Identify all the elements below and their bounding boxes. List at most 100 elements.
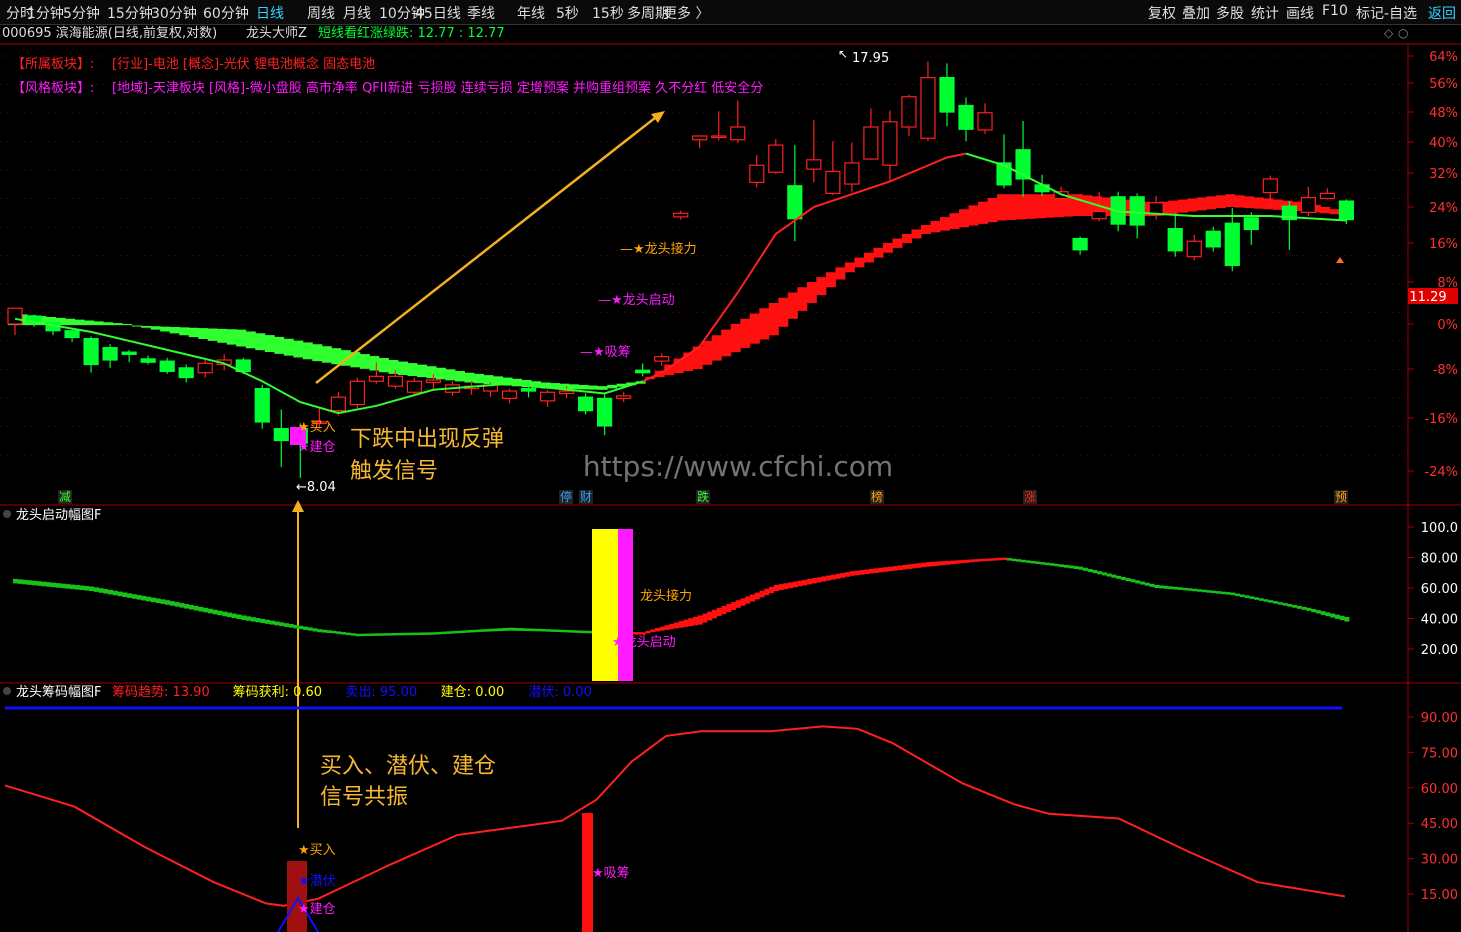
- p2-band: [987, 558, 993, 561]
- candle-body: [920, 76, 936, 139]
- p2-start-label: ★龙头启动: [612, 635, 676, 650]
- period-5[interactable]: 60分钟: [203, 3, 249, 23]
- p2-band: [55, 583, 61, 588]
- tool-4[interactable]: 画线: [1286, 3, 1314, 23]
- p2-band: [265, 619, 271, 624]
- candle-body: [1167, 228, 1183, 252]
- p2-band: [692, 616, 698, 626]
- period-1[interactable]: 1分钟: [27, 3, 64, 23]
- period-7[interactable]: 周线: [307, 3, 335, 23]
- p2-band: [1054, 563, 1060, 567]
- trend-ribbon: [378, 358, 389, 373]
- candle-body: [939, 76, 955, 113]
- period-3[interactable]: 15分钟: [107, 3, 153, 23]
- tool-0[interactable]: 复权: [1148, 3, 1176, 23]
- trend-ribbon: [901, 234, 912, 243]
- period-16[interactable]: 更多 〉: [663, 3, 709, 23]
- tool-7[interactable]: 返回: [1428, 3, 1456, 23]
- period-12[interactable]: 年线: [517, 3, 545, 23]
- p2-band: [488, 628, 494, 632]
- trend-ribbon: [825, 272, 836, 288]
- trend-ribbon: [740, 318, 751, 348]
- p2-band: [269, 620, 275, 625]
- tool-6[interactable]: 标记-自选: [1356, 3, 1417, 23]
- candle-body: [1319, 192, 1335, 200]
- p2-band: [184, 604, 190, 609]
- candle-body: [1034, 184, 1050, 193]
- period-8[interactable]: 月线: [343, 3, 371, 23]
- p2-band: [688, 618, 694, 627]
- period-6[interactable]: 日线: [256, 3, 284, 23]
- p2-band: [726, 604, 732, 613]
- p2-band: [697, 615, 703, 625]
- p2-band: [1139, 581, 1145, 585]
- p2-band: [445, 631, 451, 634]
- relay-signal: —★龙头接力: [620, 241, 697, 257]
- candle-body: [64, 330, 80, 339]
- p2-band: [512, 627, 518, 631]
- p2-band: [155, 598, 161, 604]
- tool-3[interactable]: 统计: [1251, 3, 1279, 23]
- period-4[interactable]: 30分钟: [151, 3, 197, 23]
- candle-body: [1205, 230, 1221, 248]
- candle-body: [1072, 237, 1088, 251]
- p2-band: [783, 583, 789, 590]
- period-2[interactable]: 5分钟: [63, 3, 100, 23]
- p2-band: [1287, 604, 1293, 607]
- p3-tick: 30.00: [1421, 853, 1458, 868]
- period-14[interactable]: 15秒: [592, 3, 624, 23]
- p2-band: [545, 629, 551, 632]
- legend-4: 潜伏: 0.00: [528, 685, 591, 700]
- period-10[interactable]: 45日线: [415, 3, 461, 23]
- p2-band: [669, 623, 675, 630]
- period-11[interactable]: 季线: [467, 3, 495, 23]
- p2-band: [1334, 614, 1340, 619]
- p2-band: [906, 564, 912, 569]
- p2-yellow-bar: [592, 529, 618, 681]
- p2-band: [1021, 559, 1027, 563]
- trend-ribbon: [255, 333, 266, 351]
- p2-tick: 20.00: [1421, 643, 1458, 658]
- trend-ribbon: [407, 363, 418, 377]
- trend-ribbon: [892, 238, 903, 248]
- trend-ribbon: [1187, 198, 1198, 212]
- p2-band: [212, 609, 218, 615]
- p2-band: [821, 576, 827, 582]
- candle-body: [1300, 197, 1316, 213]
- p2-band: [222, 611, 228, 617]
- trend-ribbon: [169, 327, 180, 334]
- p2-band: [51, 582, 57, 588]
- trend-ribbon: [1215, 195, 1226, 209]
- trend-ribbon: [283, 338, 294, 356]
- p2-band: [740, 598, 746, 606]
- p2-band: [179, 603, 185, 608]
- tool-2[interactable]: 多股: [1216, 3, 1244, 23]
- bottom-tag-2: 财: [580, 490, 592, 504]
- p2-band: [17, 579, 23, 584]
- stock-chart[interactable]: 17.95 ↖ ←8.04 11.29 ★买入 ★建仓 —★吸筹 —★龙头启动 —★龙头接力减 停…: [0, 24, 1461, 932]
- p2-band: [1182, 587, 1188, 591]
- p2-band: [1220, 591, 1226, 595]
- p2-band: [911, 563, 917, 569]
- period-13[interactable]: 5秒: [556, 3, 579, 23]
- p2-band: [383, 633, 389, 636]
- p2-band: [1320, 611, 1326, 615]
- p2-band: [973, 559, 979, 562]
- start-signal: —★龙头启动: [598, 293, 675, 308]
- p2-band: [226, 612, 232, 618]
- candle-body: [140, 358, 156, 363]
- p2-band: [811, 578, 817, 584]
- p2-band: [331, 630, 337, 634]
- p2-band: [165, 600, 171, 605]
- trend-ribbon: [882, 243, 893, 253]
- candle-body: [1338, 200, 1355, 221]
- p2-band: [13, 578, 18, 584]
- tool-1[interactable]: 叠加: [1182, 3, 1210, 23]
- p2-band: [550, 629, 556, 632]
- p2-band: [807, 578, 813, 585]
- tool-5[interactable]: F10: [1322, 3, 1348, 19]
- p2-band: [326, 630, 332, 633]
- trend-ribbon: [1196, 197, 1207, 211]
- trend-ribbon: [1025, 194, 1036, 219]
- trend-ribbon: [236, 329, 247, 347]
